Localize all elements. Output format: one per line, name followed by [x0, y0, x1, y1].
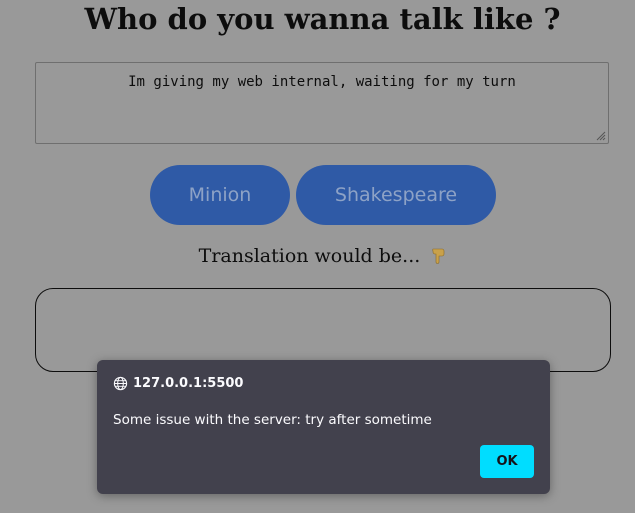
minion-button[interactable]: Minion	[150, 165, 290, 225]
translation-heading: Translation would be...	[0, 245, 635, 267]
resize-grip-icon[interactable]	[596, 131, 606, 141]
page: Who do you wanna talk like ? Im giving m…	[0, 0, 635, 513]
alert-message: Some issue with the server: try after so…	[113, 412, 432, 428]
text-input-value: Im giving my web internal, waiting for m…	[128, 74, 516, 90]
globe-icon	[113, 376, 128, 391]
translation-label: Translation would be...	[198, 245, 421, 267]
text-input[interactable]: Im giving my web internal, waiting for m…	[35, 62, 609, 144]
alert-origin: 127.0.0.1:5500	[133, 376, 244, 391]
alert-header: 127.0.0.1:5500	[113, 376, 243, 391]
alert-dialog: 127.0.0.1:5500 Some issue with the serve…	[97, 360, 550, 494]
pointing-down-icon	[432, 248, 445, 264]
page-title: Who do you wanna talk like ?	[84, 2, 561, 36]
ok-button[interactable]: OK	[480, 445, 534, 478]
shakespeare-button[interactable]: Shakespeare	[296, 165, 496, 225]
